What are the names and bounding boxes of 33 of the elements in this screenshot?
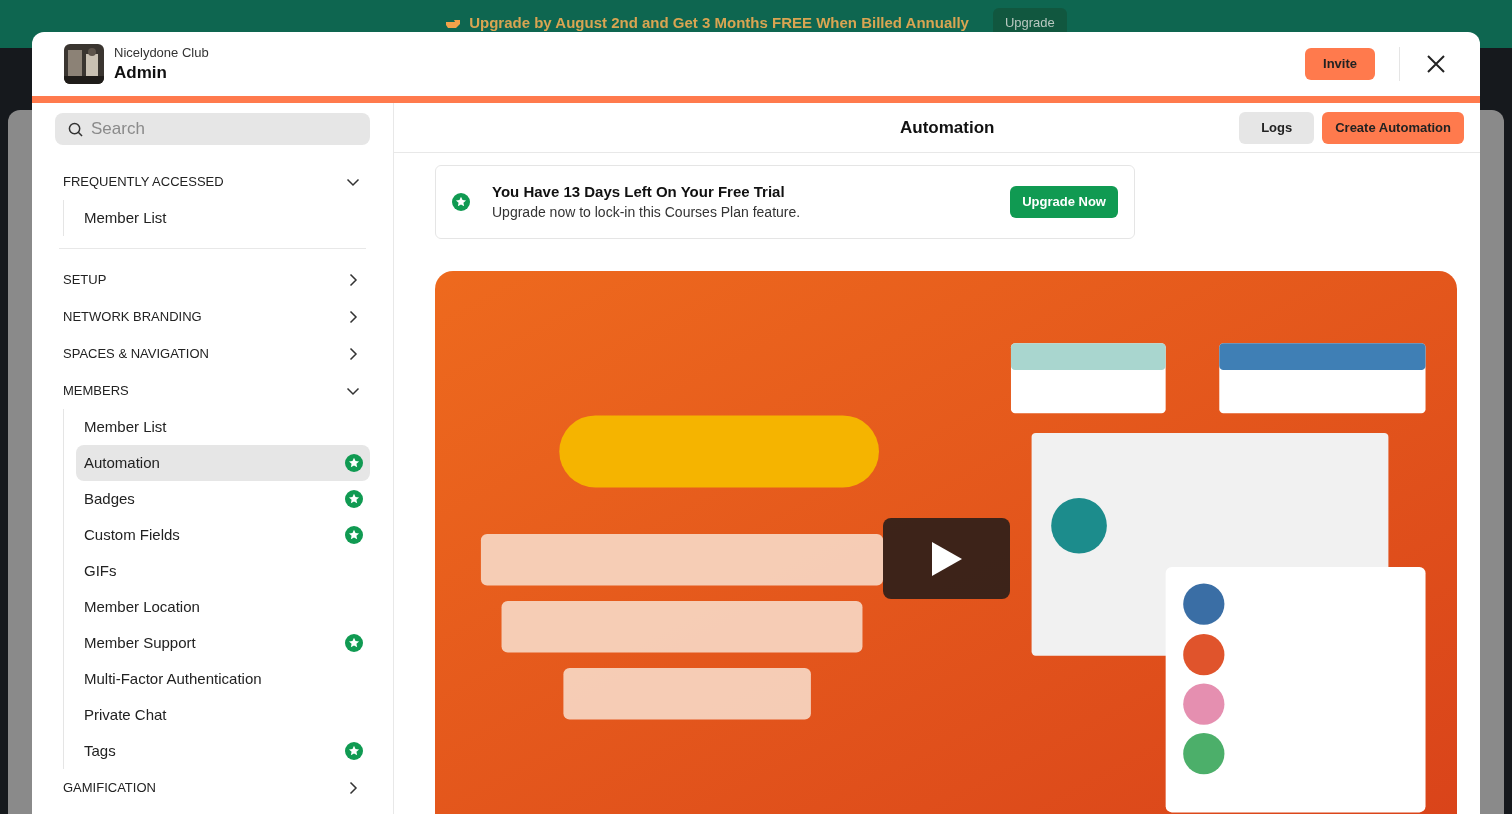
modal-title: Admin [114,61,168,83]
invite-button[interactable]: Invite [1305,48,1375,80]
section-header[interactable]: SPACES & NAVIGATION [55,335,370,372]
sidebar-item[interactable]: Tags [76,733,370,769]
search-icon [68,122,83,137]
logs-button[interactable]: Logs [1239,111,1315,144]
search-field[interactable]: Search [55,113,370,145]
upgrade-now-button[interactable]: Upgrade Now [1010,186,1118,218]
star-badge-icon [452,193,470,211]
trial-title: You Have 13 Days Left On Your Free Trial [492,182,786,203]
sidebar-item[interactable]: Multi-Factor Authentication [76,661,370,697]
section-header[interactable]: GAMIFICATION [55,769,370,806]
sidebar-item[interactable]: Badges [76,481,370,517]
section-header[interactable]: FREQUENTLY ACCESSED [55,163,370,200]
section-header[interactable]: NETWORK BRANDING [55,298,370,335]
sidebar-item[interactable]: Member List [76,409,370,445]
create-automation-button[interactable]: Create Automation [1322,111,1464,144]
sidebar-item[interactable]: Automation [76,445,370,481]
sidebar-item[interactable]: Private Chat [76,697,370,733]
play-icon [929,539,964,578]
section-header[interactable]: MEMBERS [55,372,370,409]
section-header[interactable]: SETUP [55,261,370,298]
banner-text: Upgrade by August 2nd and Get 3 Months FREE When Billed Annually [469,12,969,33]
page-title: Automation [900,116,995,139]
sidebar-item[interactable]: Member Location [76,589,370,625]
sidebar-item[interactable]: Custom Fields [76,517,370,553]
club-name: Nicelydone Club [114,45,209,62]
close-icon [1427,55,1445,73]
sidebar-item[interactable]: Member Support [76,625,370,661]
trial-text: Upgrade now to lock-in this Courses Plan feature. [492,202,801,222]
play-button[interactable] [883,518,1010,599]
sidebar-item[interactable]: Member List [76,200,370,236]
sidebar-item[interactable]: GIFs [76,553,370,589]
